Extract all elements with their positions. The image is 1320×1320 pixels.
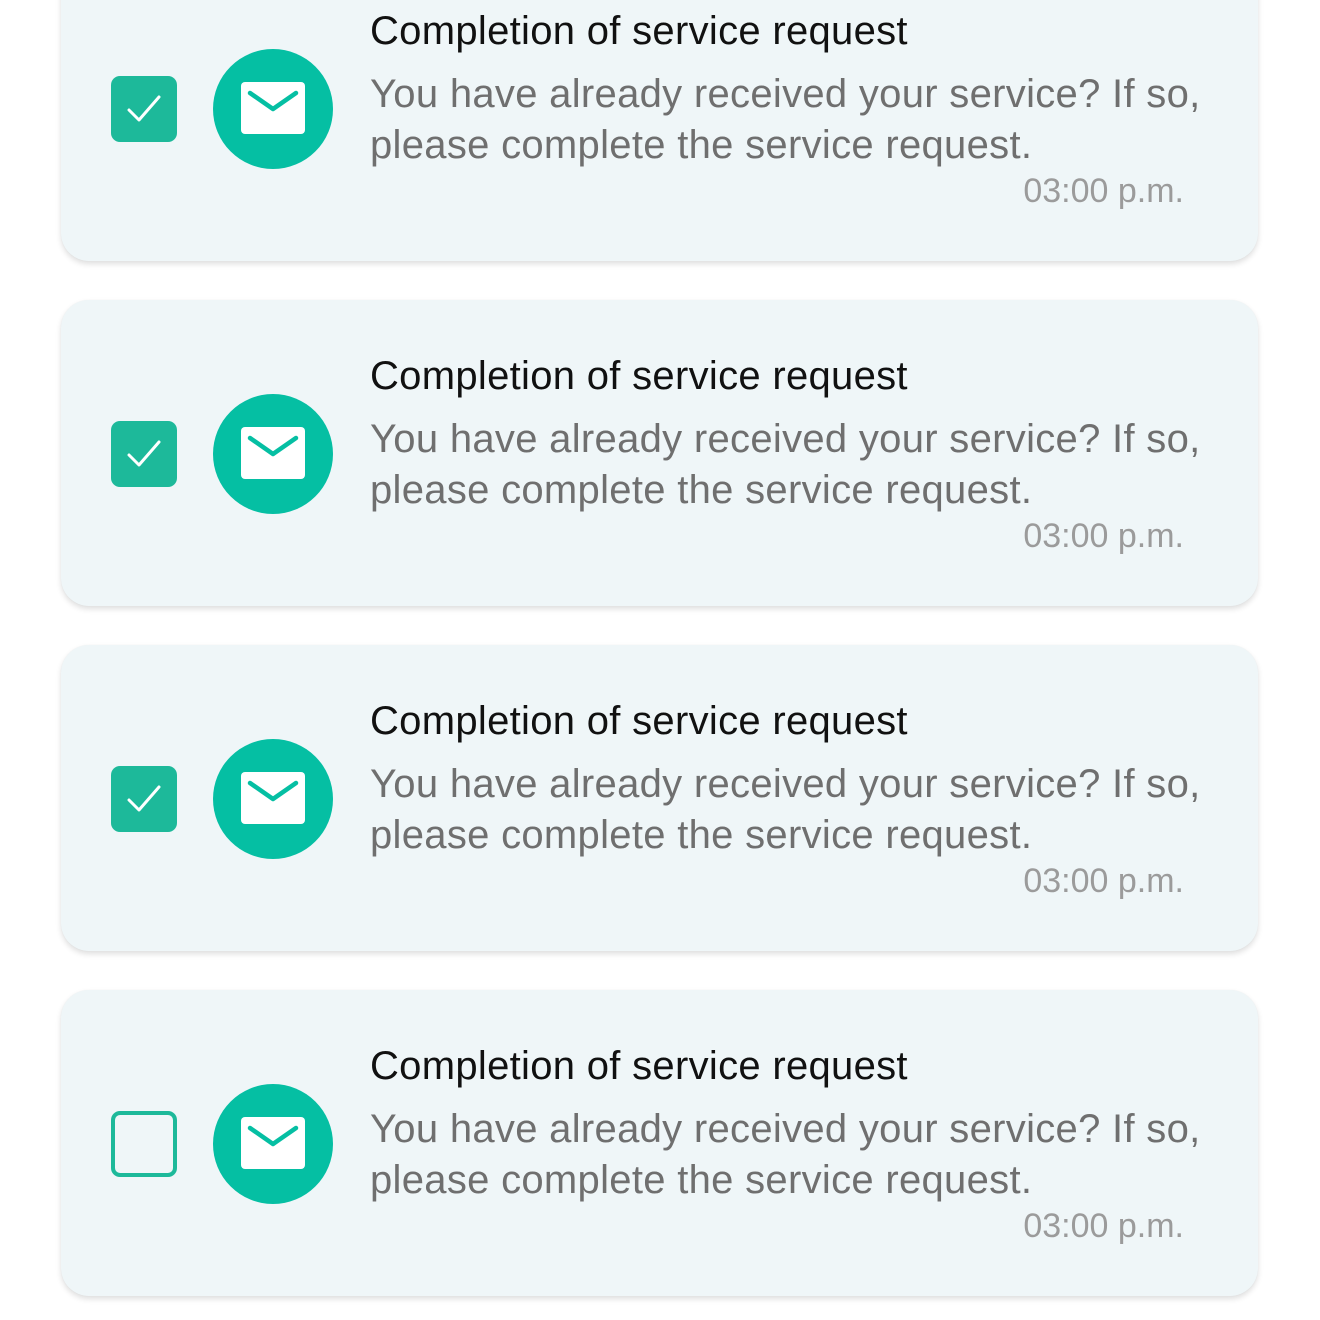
notification-time: 03:00 p.m. bbox=[1023, 517, 1184, 555]
notification-title: Completion of service request bbox=[370, 1044, 908, 1088]
checkmark-icon bbox=[127, 95, 161, 122]
select-checkbox[interactable] bbox=[111, 76, 177, 142]
notification-message: You have already received your service? … bbox=[370, 762, 1201, 857]
notification-time: 03:00 p.m. bbox=[1023, 862, 1184, 900]
checkmark-icon bbox=[127, 785, 161, 812]
notification-card[interactable]: Completion of service request You have a… bbox=[61, 300, 1258, 606]
message-avatar bbox=[213, 394, 333, 514]
envelope-icon bbox=[241, 772, 305, 824]
notification-message: You have already received your service? … bbox=[370, 1107, 1201, 1202]
notification-time: 03:00 p.m. bbox=[1023, 1207, 1184, 1245]
message-avatar bbox=[213, 739, 333, 859]
notification-card[interactable]: Completion of service request You have a… bbox=[61, 645, 1258, 951]
notification-title: Completion of service request bbox=[370, 354, 908, 398]
notification-time: 03:00 p.m. bbox=[1023, 172, 1184, 210]
notification-card[interactable]: Completion of service request You have a… bbox=[61, 0, 1258, 261]
message-avatar bbox=[213, 1084, 333, 1204]
message-avatar bbox=[213, 49, 333, 169]
envelope-icon bbox=[241, 1117, 305, 1169]
select-checkbox[interactable] bbox=[111, 421, 177, 487]
notification-message: You have already received your service? … bbox=[370, 72, 1201, 167]
select-checkbox[interactable] bbox=[111, 766, 177, 832]
notification-list: Completion of service request You have a… bbox=[0, 0, 1320, 1320]
checkmark-icon bbox=[127, 440, 161, 467]
select-checkbox[interactable] bbox=[111, 1111, 177, 1177]
envelope-icon bbox=[241, 82, 305, 134]
notification-title: Completion of service request bbox=[370, 9, 908, 53]
notification-message: You have already received your service? … bbox=[370, 417, 1201, 512]
notification-card[interactable]: Completion of service request You have a… bbox=[61, 990, 1258, 1296]
envelope-icon bbox=[241, 427, 305, 479]
notification-title: Completion of service request bbox=[370, 699, 908, 743]
